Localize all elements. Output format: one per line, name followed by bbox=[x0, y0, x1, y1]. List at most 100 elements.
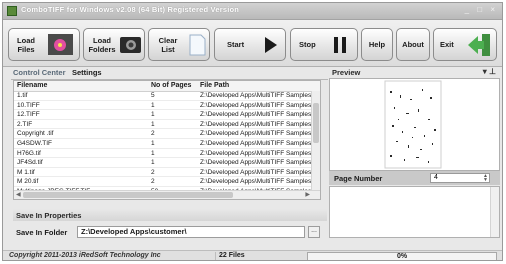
page-number-label: Page Number bbox=[334, 174, 383, 183]
preview-info-panel bbox=[329, 186, 500, 238]
cell-pages: 2 bbox=[151, 130, 155, 138]
cell-path: Z:\Developed Apps\MultiTIFF Samples\ bbox=[200, 168, 314, 176]
table-row[interactable]: 12.TIFF 1 Z:\Developed Apps\MultiTIFF Samp… bbox=[14, 110, 320, 120]
about-button[interactable]: About bbox=[396, 28, 430, 61]
preview-image-area bbox=[329, 78, 500, 171]
preview-title: Preview bbox=[332, 68, 361, 77]
flower-photo-icon bbox=[48, 34, 73, 55]
cell-pages: 2 bbox=[151, 178, 155, 186]
file-table: Filename No of Pages File Path 1.tif 5 Z:\… bbox=[13, 80, 321, 200]
cell-filename: H76G.tif bbox=[17, 149, 41, 157]
table-row[interactable]: 1.tif 5 Z:\Developed Apps\MultiTIFF Sample… bbox=[14, 91, 320, 101]
vertical-scroll-thumb[interactable] bbox=[313, 103, 319, 143]
status-bar: Copyright 2011-2013 iRedSoft Technology … bbox=[3, 250, 502, 260]
table-vertical-scrollbar[interactable] bbox=[311, 91, 320, 192]
cell-pages: 1 bbox=[151, 140, 155, 147]
table-horizontal-scrollbar[interactable]: ◀ ▶ bbox=[14, 190, 320, 199]
cell-filename: 12.TIFF bbox=[17, 111, 40, 119]
window-controls[interactable]: _ □ × bbox=[465, 5, 498, 14]
column-header-filename[interactable]: Filename bbox=[17, 82, 47, 89]
table-row[interactable]: Copyright .tif 2 Z:\Developed Apps\MultiTI… bbox=[14, 129, 320, 139]
exit-label: Exit bbox=[440, 40, 454, 49]
start-label: Start bbox=[227, 40, 245, 49]
cell-path: Z:\Developed Apps\MultiTIFF Samples\ bbox=[200, 159, 314, 167]
copyright-text: Copyright 2011-2013 iRedSoft Technology … bbox=[9, 252, 161, 259]
app-window: ComboTIFF for Windows v2.08 (64 Bit) Reg… bbox=[2, 2, 503, 261]
horizontal-scroll-thumb[interactable] bbox=[23, 192, 233, 198]
scroll-left-icon[interactable]: ◀ bbox=[16, 191, 21, 198]
cell-pages: 1 bbox=[151, 159, 155, 167]
load-files-button[interactable]: Load Files bbox=[8, 28, 80, 61]
stop-label: Stop bbox=[299, 40, 316, 49]
pin-icon[interactable]: ▾ ⊥ bbox=[483, 67, 496, 76]
file-count: 22 Files bbox=[215, 252, 309, 260]
cell-path: Z:\Developed Apps\MultiTIFF Samples\ bbox=[200, 130, 314, 138]
document-icon bbox=[189, 34, 206, 56]
load-files-label: Load Files bbox=[17, 36, 35, 54]
column-header-pages[interactable]: No of Pages bbox=[151, 82, 191, 89]
cell-filename: Copyright .tif bbox=[17, 130, 54, 138]
cell-path: Z:\Developed Apps\MultiTIFF Samples\ bbox=[200, 111, 314, 119]
exit-button[interactable]: Exit bbox=[433, 28, 497, 61]
load-folders-label: Load Folders bbox=[88, 36, 116, 54]
cell-pages: 1 bbox=[151, 120, 155, 128]
cell-pages: 2 bbox=[151, 168, 155, 176]
camera-icon bbox=[119, 33, 142, 56]
cell-filename: 1.tif bbox=[17, 92, 28, 99]
clear-list-label: Clear List bbox=[158, 36, 178, 54]
play-arrow-icon bbox=[259, 35, 281, 55]
table-row[interactable]: M 1.tif 2 Z:\Developed Apps\MultiTIFF Samp… bbox=[14, 168, 320, 178]
cell-filename: G4SDW.TIF bbox=[17, 140, 53, 147]
save-folder-input[interactable]: Z:\Developed Apps\customer\ bbox=[77, 226, 305, 238]
cell-path: Z:\Developed Apps\MultiTIFF Samples\ bbox=[200, 120, 314, 128]
tab-settings[interactable]: Settings bbox=[72, 68, 102, 77]
title-bar: ComboTIFF for Windows v2.08 (64 Bit) Reg… bbox=[3, 3, 502, 20]
pause-icon bbox=[329, 35, 351, 55]
save-properties-title: Save In Properties bbox=[16, 211, 82, 220]
tab-control-center[interactable]: Control Center bbox=[13, 68, 66, 77]
document-thumbnail bbox=[384, 80, 442, 169]
cell-path: Z:\Developed Apps\MultiTIFF Samples\ bbox=[200, 149, 314, 157]
page-number-input[interactable]: 4 ▲ ▼ bbox=[430, 173, 490, 183]
help-label: Help bbox=[368, 40, 386, 49]
app-icon bbox=[7, 6, 17, 16]
cell-path: Z:\Developed Apps\MultiTIFF Samples\ bbox=[200, 101, 314, 109]
about-label: About bbox=[402, 40, 424, 49]
window-title: ComboTIFF for Windows v2.08 (64 Bit) Reg… bbox=[21, 5, 240, 14]
toolbar: Load Files Load Folders Clear List Start bbox=[3, 20, 502, 67]
cell-pages: 1 bbox=[151, 149, 155, 157]
cell-path: Z:\Developed Apps\MultiTIFF Samples\ bbox=[200, 140, 314, 147]
preview-panel: Preview ▾ ⊥ Page Number 4 ▲ ▼ bbox=[329, 67, 500, 249]
table-row[interactable]: 2.TIF 1 Z:\Developed Apps\MultiTIFF Sample… bbox=[14, 120, 320, 130]
cell-pages: 1 bbox=[151, 101, 155, 109]
save-properties-header: Save In Properties bbox=[13, 209, 327, 221]
cell-filename: M 20.tif bbox=[17, 178, 39, 186]
cell-path: Z:\Developed Apps\MultiTIFF Samples\ bbox=[200, 92, 314, 99]
control-panel: Control Center Settings Filename No of P… bbox=[7, 67, 328, 249]
table-row[interactable]: G4SDW.TIF 1 Z:\Developed Apps\MultiTIFF Sa… bbox=[14, 139, 320, 149]
help-button[interactable]: Help bbox=[361, 28, 393, 61]
preview-header: Preview ▾ ⊥ bbox=[329, 67, 500, 78]
cell-pages: 5 bbox=[151, 92, 155, 99]
cell-filename: JF4Sd.tif bbox=[17, 159, 43, 167]
scroll-right-icon[interactable]: ▶ bbox=[305, 191, 310, 198]
cell-filename: M 1.tif bbox=[17, 168, 35, 176]
column-header-path[interactable]: File Path bbox=[200, 82, 229, 89]
browse-folder-button[interactable]: ... bbox=[308, 226, 320, 238]
page-number-bar: Page Number 4 ▲ ▼ bbox=[329, 171, 500, 185]
table-row[interactable]: M 20.tif 2 Z:\Developed Apps\MultiTIFF Sam… bbox=[14, 177, 320, 187]
progress-text: 0% bbox=[396, 253, 408, 260]
spinner-icon[interactable]: ▲ ▼ bbox=[483, 174, 488, 183]
table-row[interactable]: H76G.tif 1 Z:\Developed Apps\MultiTIFF Sam… bbox=[14, 149, 320, 159]
start-button[interactable]: Start bbox=[214, 28, 286, 61]
exit-arrow-icon bbox=[466, 33, 492, 57]
info-vertical-scrollbar[interactable] bbox=[490, 187, 499, 237]
table-row[interactable]: JF4Sd.tif 1 Z:\Developed Apps\MultiTIFF Sa… bbox=[14, 158, 320, 168]
progress-bar: 0% bbox=[307, 252, 497, 260]
stop-button[interactable]: Stop bbox=[290, 28, 358, 61]
cell-path: Z:\Developed Apps\MultiTIFF Samples\ bbox=[200, 178, 314, 186]
cell-filename: 2.TIF bbox=[17, 120, 33, 128]
clear-list-button[interactable]: Clear List bbox=[148, 28, 210, 61]
table-row[interactable]: 10.TIFF 1 Z:\Developed Apps\MultiTIFF Samp… bbox=[14, 101, 320, 111]
load-folders-button[interactable]: Load Folders bbox=[83, 28, 145, 61]
